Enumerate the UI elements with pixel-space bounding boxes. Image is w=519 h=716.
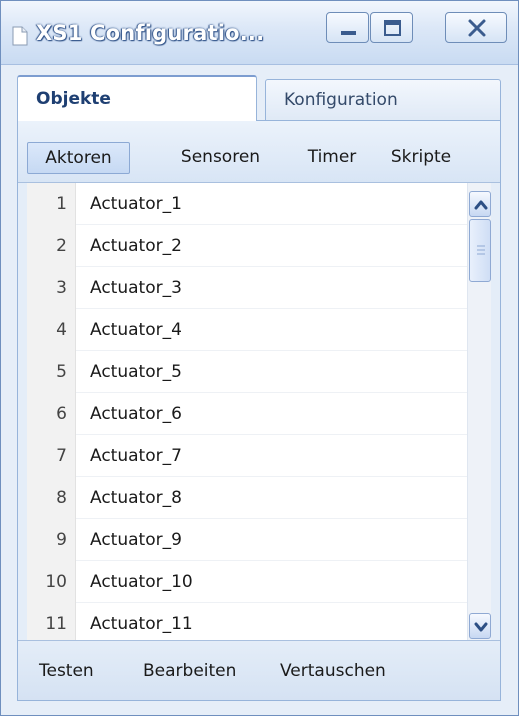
close-icon (468, 19, 486, 37)
scroll-thumb[interactable] (469, 219, 491, 282)
maximize-button[interactable] (370, 12, 413, 43)
tab-konfiguration[interactable]: Konfiguration (265, 79, 501, 121)
row-number: 4 (27, 309, 76, 351)
close-button[interactable] (445, 12, 507, 43)
actuator-name: Actuator_1 (90, 194, 182, 214)
object-type-tabs: Aktoren Sensoren Timer Skripte (18, 121, 500, 183)
objects-panel: Aktoren Sensoren Timer Skripte 1 Actuato… (17, 120, 501, 701)
minimize-icon (341, 31, 356, 35)
title-bar[interactable]: XS1 Configuratio... (1, 1, 518, 65)
app-window: XS1 Configuratio... Objekte Konfiguratio… (0, 0, 519, 716)
subtab-aktoren[interactable]: Aktoren (27, 142, 130, 174)
row-number: 9 (27, 519, 76, 561)
list-scrollbar[interactable] (467, 183, 491, 640)
list-item[interactable]: 3 Actuator_3 (27, 267, 467, 309)
edit-button[interactable]: Bearbeiten (143, 658, 236, 684)
tab-objekte[interactable]: Objekte (17, 75, 257, 121)
row-number: 10 (27, 561, 76, 603)
subtab-skripte[interactable]: Skripte (381, 142, 461, 174)
maximize-icon (384, 20, 401, 36)
actuator-name: Actuator_2 (90, 236, 182, 256)
row-number: 6 (27, 393, 76, 435)
minimize-button[interactable] (326, 12, 369, 43)
action-bar: Testen Bearbeiten Vertauschen (18, 640, 500, 700)
actuator-name: Actuator_11 (90, 614, 193, 634)
subtab-sensoren[interactable]: Sensoren (158, 142, 283, 174)
actuator-name: Actuator_7 (90, 446, 182, 466)
row-number: 7 (27, 435, 76, 477)
list-item[interactable]: 6 Actuator_6 (27, 393, 467, 435)
chevron-down-icon (474, 622, 488, 632)
list-item[interactable]: 10 Actuator_10 (27, 561, 467, 603)
main-tabs: Objekte Konfiguration (17, 75, 501, 121)
document-icon (12, 26, 28, 46)
row-number: 1 (27, 183, 76, 225)
list-item[interactable]: 1 Actuator_1 (27, 183, 467, 225)
row-number: 11 (27, 603, 76, 640)
list-item[interactable]: 2 Actuator_2 (27, 225, 467, 267)
list-item[interactable]: 8 Actuator_8 (27, 477, 467, 519)
swap-button[interactable]: Vertauschen (280, 658, 386, 684)
actuator-name: Actuator_5 (90, 362, 182, 382)
subtab-timer[interactable]: Timer (302, 142, 362, 174)
list-item[interactable]: 4 Actuator_4 (27, 309, 467, 351)
grip-icon (477, 245, 485, 255)
actuator-name: Actuator_6 (90, 404, 182, 424)
actuator-name: Actuator_4 (90, 320, 182, 340)
scroll-up-button[interactable] (469, 191, 491, 217)
actuator-name: Actuator_3 (90, 278, 182, 298)
row-number: 3 (27, 267, 76, 309)
row-number: 8 (27, 477, 76, 519)
chevron-up-icon (474, 200, 488, 210)
list-item[interactable]: 9 Actuator_9 (27, 519, 467, 561)
list-item[interactable]: 7 Actuator_7 (27, 435, 467, 477)
test-button[interactable]: Testen (39, 658, 94, 684)
row-number: 5 (27, 351, 76, 393)
window-title: XS1 Configuratio... (36, 21, 265, 45)
row-number: 2 (27, 225, 76, 267)
scroll-down-button[interactable] (469, 613, 491, 639)
actuator-name: Actuator_8 (90, 488, 182, 508)
actuator-list: 1 Actuator_1 2 Actuator_2 3 Actuator_3 4… (27, 183, 477, 640)
list-item[interactable]: 5 Actuator_5 (27, 351, 467, 393)
actuator-name: Actuator_10 (90, 572, 193, 592)
list-item[interactable]: 11 Actuator_11 (27, 603, 467, 640)
actuator-name: Actuator_9 (90, 530, 182, 550)
